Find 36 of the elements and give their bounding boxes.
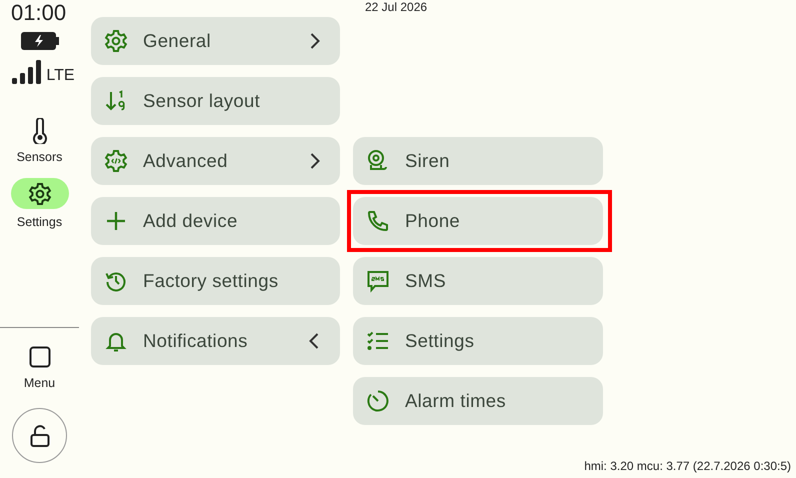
nav-item[interactable]: Menu [10,344,68,390]
chevron-icon [309,33,320,49]
square-icon [28,346,50,368]
chevron-icon [309,333,320,349]
nav-item[interactable]: Sensors [10,118,68,164]
gear-icon [28,182,52,206]
option-button[interactable]: Phone [353,197,603,245]
option-button[interactable]: Settings [353,317,603,365]
gear-icon [104,29,128,53]
bell-siren-icon [366,149,390,173]
phone-icon [366,209,390,233]
version-info: hmi: 3.20 mcu: 3.77 (22.7.2026 0:30:5) [584,459,791,473]
gear-code-icon [104,149,128,173]
option-button[interactable]: Factory settings [91,257,340,305]
checklist-icon [366,329,390,353]
timer-icon [366,389,390,413]
sms-icon [366,269,390,293]
lock-button[interactable] [12,408,67,463]
option-button[interactable]: Add device [91,197,340,245]
option-button[interactable]: Sensor layout [91,77,340,125]
option-button[interactable]: Advanced [91,137,340,185]
thermometer-icon [32,118,48,144]
signal-icon [12,60,42,84]
battery-charging-icon [20,32,58,50]
option-button[interactable]: Alarm times [353,377,603,425]
chevron-icon [309,153,320,169]
option-button[interactable]: Siren [353,137,603,185]
clock: 01:00 [11,1,66,25]
network-type: LTE [46,68,75,84]
option-button[interactable]: General [91,17,340,65]
option-button[interactable]: SMS [353,257,603,305]
date: 22 Jul 2026 [365,0,428,16]
unlock-icon [30,424,50,446]
plus-icon [104,209,128,233]
nav-item[interactable]: Settings [10,178,68,229]
option-button[interactable]: Notifications [91,317,340,365]
